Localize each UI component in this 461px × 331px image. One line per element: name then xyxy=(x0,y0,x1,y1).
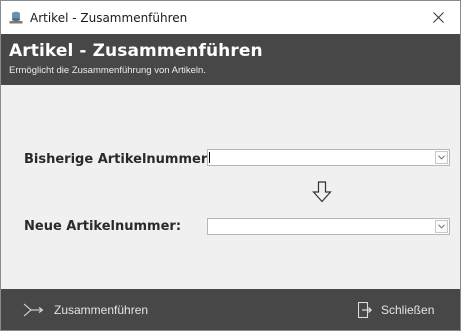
form-area: Bisherige Artikelnummer: Neue Artikelnum… xyxy=(1,85,460,289)
old-article-number-label: Bisherige Artikelnummer: xyxy=(24,152,213,167)
close-icon xyxy=(432,12,444,23)
header-band: Artikel - Zusammenführen Ermöglicht die … xyxy=(1,34,460,85)
arrow-down-icon xyxy=(312,181,332,203)
database-icon xyxy=(9,11,23,24)
title-bar[interactable]: Artikel - Zusammenführen xyxy=(1,1,460,34)
new-article-number-label: Neue Artikelnummer: xyxy=(24,219,182,234)
new-article-dropdown-button[interactable] xyxy=(435,220,448,233)
new-article-number-combobox[interactable] xyxy=(207,218,450,235)
old-article-number-combobox[interactable] xyxy=(207,149,450,166)
chevron-down-icon xyxy=(438,155,445,160)
header-subtitle: Ermöglicht die Zusammenführung von Artik… xyxy=(9,65,206,76)
window-title: Artikel - Zusammenführen xyxy=(30,11,188,25)
dialog-window: Artikel - Zusammenführen Artikel - Zusam… xyxy=(0,0,461,331)
text-caret xyxy=(209,152,210,163)
old-article-dropdown-button[interactable] xyxy=(435,151,448,164)
merge-button-label: Zusammenführen xyxy=(54,302,149,317)
header-title: Artikel - Zusammenführen xyxy=(9,41,263,61)
exit-door-icon xyxy=(358,301,372,318)
close-button[interactable]: Schließen xyxy=(358,289,434,330)
merge-arrow-icon xyxy=(23,303,44,316)
window-close-button[interactable] xyxy=(416,1,460,34)
merge-button[interactable]: Zusammenführen xyxy=(23,289,148,330)
chevron-down-icon xyxy=(438,224,445,229)
close-button-label: Schließen xyxy=(381,302,435,317)
footer-bar: Zusammenführen Schließen xyxy=(1,289,460,330)
